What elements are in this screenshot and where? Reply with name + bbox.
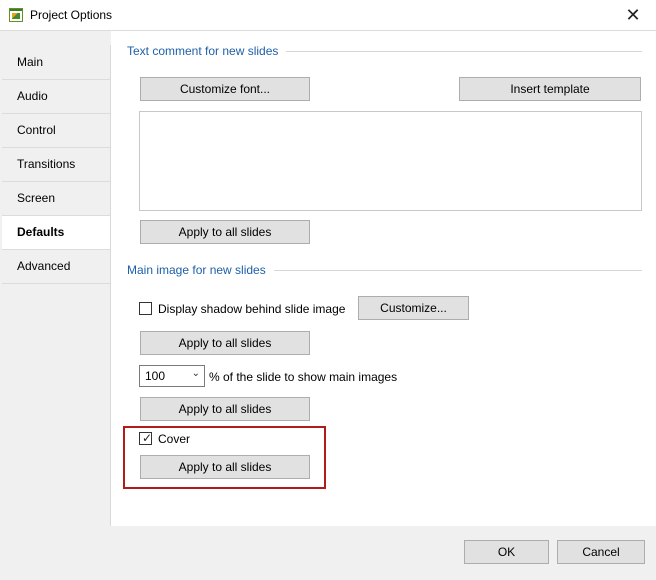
apply-percent-button[interactable]: Apply to all slides	[140, 397, 310, 421]
text-comment-input[interactable]	[139, 111, 642, 211]
text-comment-section-title: Text comment for new slides	[127, 44, 642, 58]
insert-template-button[interactable]: Insert template	[459, 77, 641, 101]
sidebar-item-screen[interactable]: Screen	[2, 182, 110, 216]
checkmark-icon: ✓	[142, 431, 153, 445]
percent-select[interactable]: 100 ⌄	[139, 365, 205, 387]
window-title: Project Options	[30, 8, 113, 22]
close-button[interactable]: ✕	[610, 0, 656, 30]
section-title-text: Main image for new slides	[127, 263, 266, 277]
sidebar-item-control[interactable]: Control	[2, 114, 110, 148]
ok-button[interactable]: OK	[464, 540, 549, 564]
section-divider	[286, 50, 642, 52]
sidebar-item-label: Transitions	[17, 157, 76, 171]
main-image-section-title: Main image for new slides	[127, 263, 642, 277]
cover-label: Cover	[158, 432, 191, 446]
apply-shadow-button[interactable]: Apply to all slides	[140, 331, 310, 355]
sidebar-item-audio[interactable]: Audio	[2, 80, 110, 114]
apply-text-comment-button[interactable]: Apply to all slides	[140, 220, 310, 244]
sidebar-item-label: Defaults	[17, 225, 65, 239]
sidebar-item-label: Audio	[17, 89, 48, 103]
customize-font-button[interactable]: Customize font...	[140, 77, 310, 101]
cover-checkbox[interactable]: ✓	[139, 431, 153, 445]
defaults-panel: Text comment for new slides Customize fo…	[111, 31, 656, 526]
sidebar-item-main[interactable]: Main	[2, 46, 110, 80]
title-bar: Project Options ✕	[0, 0, 656, 31]
app-icon	[9, 8, 23, 22]
percent-label: % of the slide to show main images	[209, 370, 398, 384]
sidebar-item-label: Control	[17, 123, 56, 137]
sidebar-item-advanced[interactable]: Advanced	[2, 250, 110, 284]
close-icon: ✕	[625, 4, 641, 25]
sidebar: Main Audio Control Transitions Screen De…	[2, 45, 111, 526]
customize-shadow-button[interactable]: Customize...	[358, 296, 469, 320]
apply-cover-button[interactable]: Apply to all slides	[140, 455, 310, 479]
chevron-down-icon: ⌄	[191, 368, 200, 379]
sidebar-item-defaults[interactable]: Defaults	[2, 216, 110, 250]
section-title-text: Text comment for new slides	[127, 44, 279, 58]
sidebar-item-label: Screen	[17, 191, 56, 205]
shadow-checkbox[interactable]	[139, 302, 152, 315]
sidebar-item-label: Main	[17, 55, 44, 69]
sidebar-item-transitions[interactable]: Transitions	[2, 148, 110, 182]
section-divider	[273, 269, 642, 271]
shadow-label: Display shadow behind slide image	[158, 302, 346, 316]
sidebar-item-label: Advanced	[17, 259, 71, 273]
cancel-button[interactable]: Cancel	[557, 540, 645, 564]
percent-value: 100	[145, 369, 166, 383]
